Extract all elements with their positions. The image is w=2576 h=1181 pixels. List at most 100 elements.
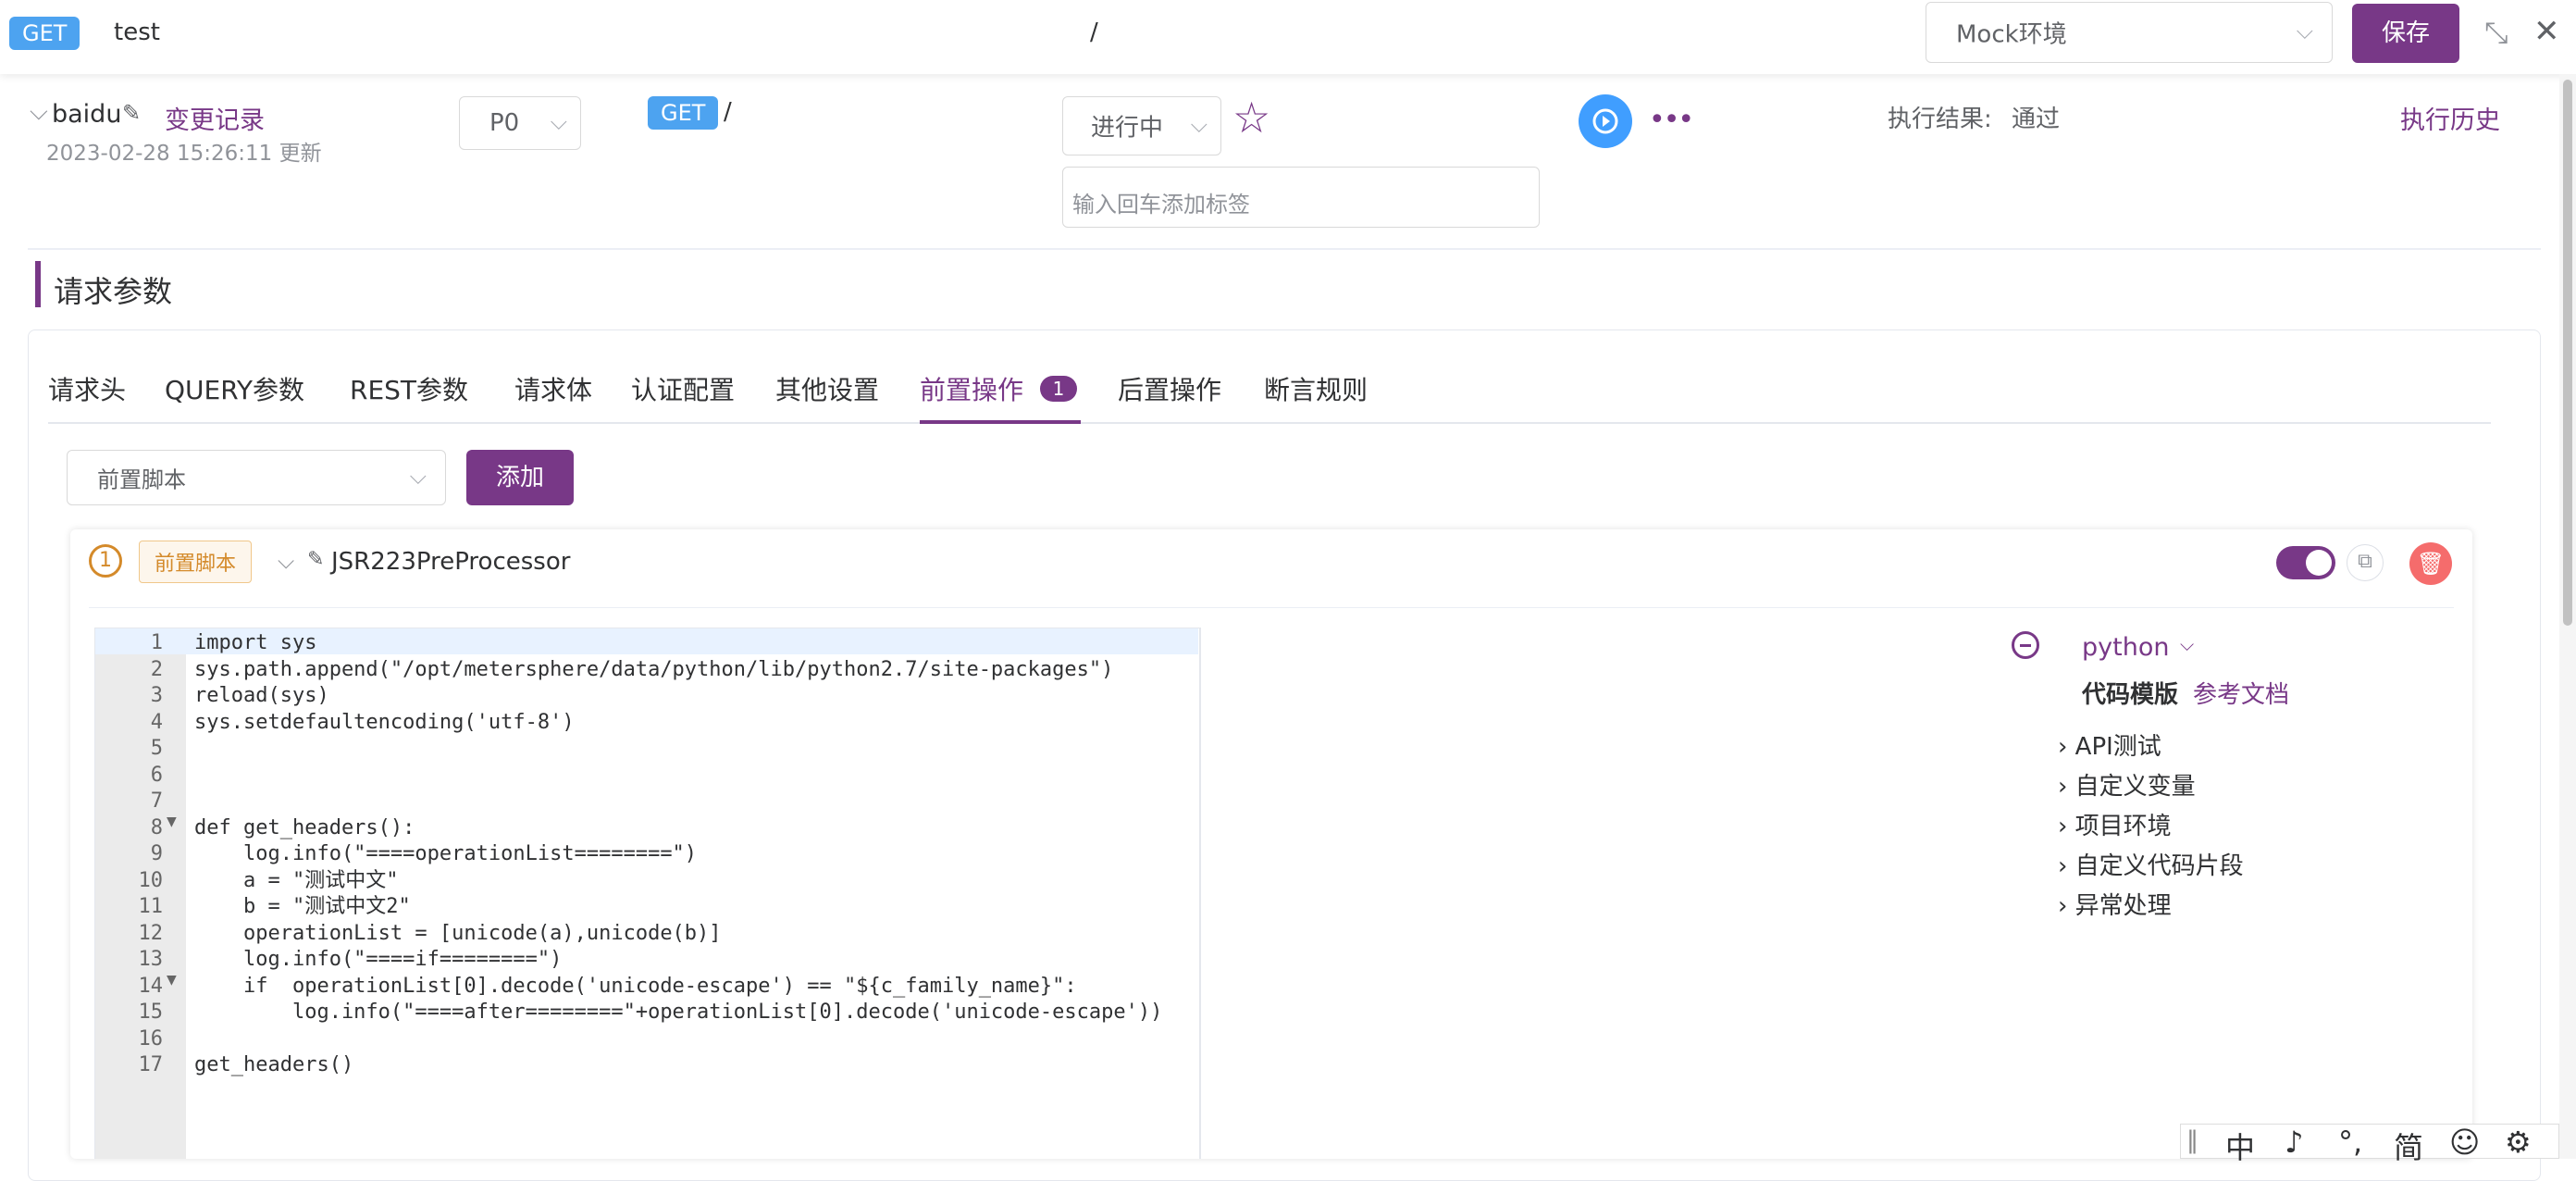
priority-select[interactable]: P0 ⌵ [459,96,581,150]
pre-op-type-select[interactable]: 前置脚本 ⌵ [67,450,446,505]
code-line[interactable]: sys.setdefaultencoding('utf-8') [194,710,1162,737]
tree-item-custom-vars[interactable]: › 自定义变量 [2058,767,2244,807]
collapse-panel-icon[interactable] [2012,631,2039,659]
tree-item-api-test[interactable]: › API测试 [2058,727,2244,767]
ime-simplified-mode[interactable]: 简 [2394,1125,2423,1167]
status-label: 进行中 [1091,114,1164,143]
ime-width-icon[interactable]: °, [2338,1125,2362,1160]
enable-toggle[interactable] [2276,546,2335,579]
priority-label: P0 [489,109,520,137]
pre-op-type-label: 前置脚本 [97,466,186,493]
tree-item-project-env[interactable]: › 项目环境 [2058,807,2244,847]
code-line[interactable] [194,736,1162,763]
line-number: 6 [150,763,163,787]
play-icon [1592,108,1618,134]
collapse-chevron-icon[interactable]: ⌵ [278,548,294,574]
scrollbar-thumb[interactable] [2563,80,2572,626]
ime-punctuation-icon[interactable]: ♪ [2285,1125,2303,1160]
tag-input-placeholder: 输入回车添加标签 [1072,192,1250,218]
status-select[interactable]: 进行中 ⌵ [1062,96,1221,155]
line-number: 9 [150,842,163,865]
code-line[interactable]: get_headers() [194,1052,1162,1079]
code-lines[interactable]: import sys sys.path.append("/opt/metersph… [194,630,1162,1079]
line-number: 3 [150,684,163,707]
chevron-down-icon: ⌵ [409,463,427,490]
tab-badge: 1 [1040,376,1077,402]
code-line[interactable]: log.info("====if========") [194,947,1162,974]
section-title: 请求参数 [54,274,173,309]
chevron-down-icon[interactable]: ⌵ [2180,633,2194,655]
line-number: 12 [138,921,164,945]
code-line[interactable]: sys.path.append("/opt/metersphere/data/p… [194,657,1162,684]
chevron-down-icon: ⌵ [550,108,567,135]
star-icon[interactable]: ☆ [1232,96,1270,139]
tree-item-custom-snippets[interactable]: › 自定义代码片段 [2058,847,2244,887]
copy-icon[interactable]: ⧉ [2347,544,2384,581]
execution-history-link[interactable]: 执行历史 [2400,100,2500,136]
code-line[interactable]: a = "测试中文" [194,868,1162,895]
code-line[interactable]: log.info("====after========"+operationLi… [194,1000,1162,1026]
code-line[interactable]: if operationList[0].decode('unicode-esca… [194,974,1162,1001]
divider [28,248,2541,250]
tab-assertions[interactable]: 断言规则 [1264,370,1368,407]
tab-request-body[interactable]: 请求体 [514,370,592,407]
line-number: 16 [138,1026,164,1050]
case-path: / [724,98,732,126]
tab-post-operations[interactable]: 后置操作 [1118,370,1221,407]
add-button[interactable]: 添加 [466,450,574,505]
tree-item-exception-handling[interactable]: › 异常处理 [2058,887,2244,926]
section-accent-bar [35,261,41,307]
reference-docs-link[interactable]: 参考文档 [2193,676,2289,710]
edit-icon[interactable]: ✎ [122,100,141,126]
code-line[interactable]: import sys [194,630,1162,657]
code-line[interactable] [194,1026,1162,1053]
more-icon[interactable]: ••• [1649,104,1694,136]
chevron-right-icon: › [2058,852,2068,880]
fold-toggle-icon[interactable]: ▼ [167,973,177,988]
result-value: 通过 [2012,106,2061,133]
tab-auth-config[interactable]: 认证配置 [631,370,735,407]
tab-request-headers[interactable]: 请求头 [48,370,126,407]
fold-toggle-icon[interactable]: ▼ [167,814,177,829]
tab-other-settings[interactable]: 其他设置 [775,370,879,407]
code-template-label: 代码模版 [2082,681,2179,709]
case-method-badge: GET [648,96,719,130]
change-log-link[interactable]: 变更记录 [165,100,265,136]
delete-icon[interactable]: 🗑 [2409,542,2452,585]
ime-settings-icon[interactable]: ⚙ [2505,1125,2532,1160]
item-name[interactable]: JSR223PreProcessor [331,548,570,576]
line-number: 7 [150,789,163,813]
line-number: 13 [138,948,164,971]
tag-input[interactable]: 输入回车添加标签 [1062,167,1540,228]
code-line[interactable]: log.info("====operationList========") [194,841,1162,868]
line-number: 2 [150,657,163,681]
expand-icon[interactable]: ⌵ [30,98,48,127]
save-button[interactable]: 保存 [2352,4,2459,63]
line-number: 11 [138,895,164,918]
chevron-right-icon: › [2058,892,2068,920]
code-line[interactable]: reload(sys) [194,683,1162,710]
code-line[interactable] [194,763,1162,789]
collapse-icon[interactable]: ⤡ [2484,15,2508,51]
language-select[interactable]: python [2082,633,2169,662]
code-line[interactable]: operationList = [unicode(a),unicode(b)] [194,921,1162,948]
close-icon[interactable]: ✕ [2533,13,2560,50]
print-margin [1199,628,1200,1159]
scrollbar-track[interactable] [2559,74,2576,1159]
api-name[interactable]: test [114,19,160,46]
edit-icon[interactable]: ✎ [307,548,324,571]
tab-pre-operations[interactable]: 前置操作 [920,370,1023,407]
tab-rest-params[interactable]: REST参数 [350,370,468,407]
run-button[interactable] [1579,94,1632,148]
code-line[interactable]: b = "测试中文2" [194,894,1162,921]
code-line[interactable] [194,789,1162,815]
code-line[interactable]: def get_headers(): [194,815,1162,842]
chevron-right-icon: › [2058,773,2068,801]
ime-emoji-icon[interactable]: ☺ [2449,1125,2480,1160]
ime-toolbar: ‖ 中 ♪ °, 简 ☺ ⚙ [2180,1124,2559,1165]
method-badge: GET [9,17,80,50]
tab-query-params[interactable]: QUERY参数 [165,370,304,407]
ime-chinese-mode[interactable]: 中 [2225,1125,2255,1167]
environment-select[interactable]: Mock环境 ⌵ [1926,2,2333,63]
line-number: 1 [150,631,163,654]
